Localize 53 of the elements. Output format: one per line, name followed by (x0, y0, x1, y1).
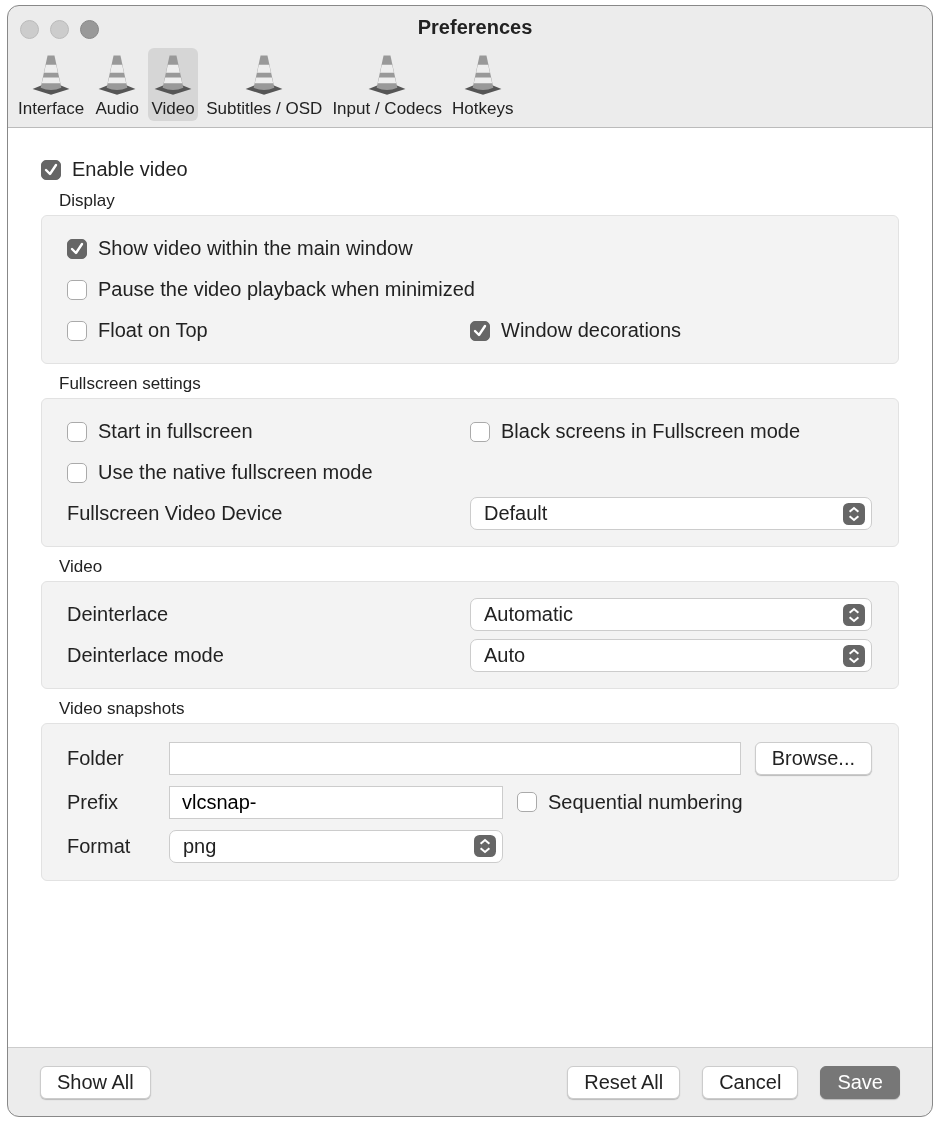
checkbox[interactable] (517, 792, 537, 812)
footer-button[interactable]: Show All (40, 1065, 151, 1099)
checkbox-label: Pause the video playback when minimized (98, 278, 475, 301)
dropdown[interactable]: Auto (470, 639, 872, 672)
checkbox-label: Start in fullscreen (98, 420, 253, 443)
toolbar-tab[interactable]: Subtitles / OSD (204, 48, 325, 121)
checkbox[interactable] (67, 421, 87, 442)
checkbox[interactable] (67, 238, 87, 259)
checkbox-label: Float on Top (98, 319, 208, 342)
footer-button[interactable]: Save (820, 1065, 900, 1099)
field-label: Deinterlace (67, 603, 170, 626)
toolbar-tab[interactable]: Interface (16, 48, 87, 121)
text-field[interactable]: vlcsnap- (169, 785, 503, 819)
field-label: Fullscreen Video Device (67, 502, 284, 525)
toolbar-tab[interactable]: Input / Codecs (330, 48, 444, 121)
toolbar-tab[interactable]: Audio (92, 48, 143, 121)
field-label: Deinterlace mode (67, 644, 225, 667)
checkbox-label: Enable video (72, 158, 188, 181)
checkbox[interactable] (67, 462, 87, 483)
zoom-button[interactable] (80, 20, 99, 39)
dropdown[interactable]: Default (470, 497, 872, 530)
checkbox[interactable] (67, 320, 87, 341)
dropdown[interactable]: png (169, 829, 503, 863)
section-title: Video snapshots (59, 699, 186, 719)
field-label: Prefix (67, 790, 120, 814)
text-field[interactable] (169, 741, 741, 775)
field-label: Folder (67, 746, 125, 770)
section-title: Video (59, 557, 104, 577)
section-title: Display (59, 191, 116, 211)
chevron-icon (843, 502, 865, 525)
toolbar-tab[interactable]: Video (148, 48, 199, 121)
checkbox-label: Use the native fullscreen mode (98, 461, 373, 484)
chevron-icon (843, 644, 865, 667)
checkbox[interactable] (470, 421, 490, 442)
minimize-button[interactable] (50, 20, 69, 39)
checkbox-label: Show video within the main window (98, 237, 413, 260)
checkbox[interactable] (41, 159, 61, 180)
dropdown[interactable]: Automatic (470, 598, 872, 631)
field-label: Format (67, 834, 132, 858)
toolbar-tab[interactable]: Hotkeys (450, 48, 516, 121)
checkbox-label: Window decorations (501, 319, 682, 342)
chevron-icon (843, 603, 865, 626)
browse-button[interactable]: Browse... (754, 741, 872, 775)
checkbox[interactable] (67, 279, 87, 300)
checkbox[interactable] (470, 320, 490, 341)
checkbox-label: Black screens in Fullscreen mode (501, 420, 800, 443)
footer-button[interactable]: Reset All (567, 1065, 681, 1099)
close-button[interactable] (20, 20, 39, 39)
footer-button[interactable]: Cancel (702, 1065, 799, 1099)
checkbox-label: Sequential numbering (548, 790, 743, 814)
section-title: Fullscreen settings (59, 374, 202, 394)
chevron-icon (474, 835, 496, 857)
window-title: Preferences (417, 15, 533, 39)
